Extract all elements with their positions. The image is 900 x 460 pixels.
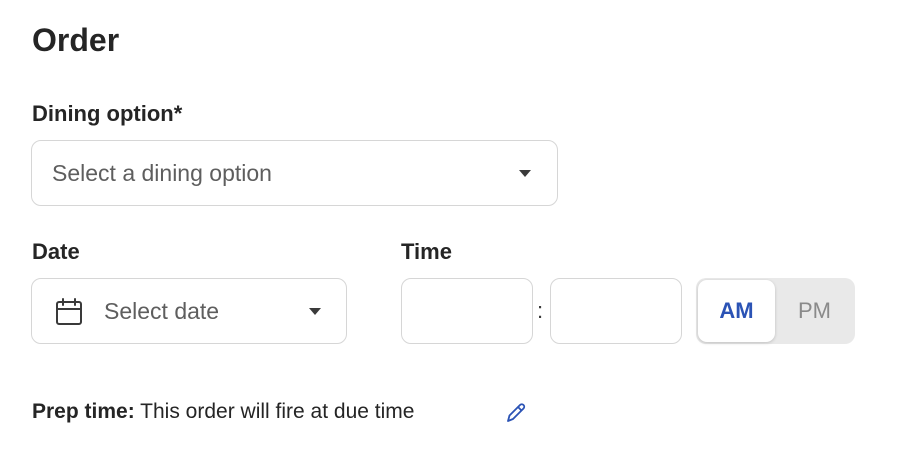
dining-option-select[interactable]: Select a dining option (31, 140, 558, 206)
pencil-icon[interactable] (504, 401, 528, 425)
prep-time-label: Prep time: (32, 400, 135, 423)
order-title: Order (32, 22, 120, 58)
chevron-down-icon (309, 308, 321, 315)
prep-time-value: This order will fire at due time (140, 400, 415, 423)
dining-option-label: Dining option* (32, 101, 183, 126)
chevron-down-icon (519, 170, 531, 177)
am-pm-toggle: AM PM (696, 278, 855, 344)
prep-time-text: Prep time: This order will fire at due t… (32, 397, 414, 427)
time-label: Time (401, 239, 452, 264)
am-button[interactable]: AM (698, 280, 775, 342)
date-placeholder: Select date (104, 298, 220, 324)
hour-input[interactable] (401, 278, 533, 344)
date-select[interactable]: Select date (31, 278, 347, 344)
pm-button[interactable]: PM (776, 280, 853, 342)
dining-option-placeholder: Select a dining option (52, 160, 272, 186)
date-label: Date (32, 239, 80, 264)
calendar-icon (56, 298, 82, 325)
minute-input[interactable] (550, 278, 682, 344)
time-separator: : (537, 298, 544, 323)
